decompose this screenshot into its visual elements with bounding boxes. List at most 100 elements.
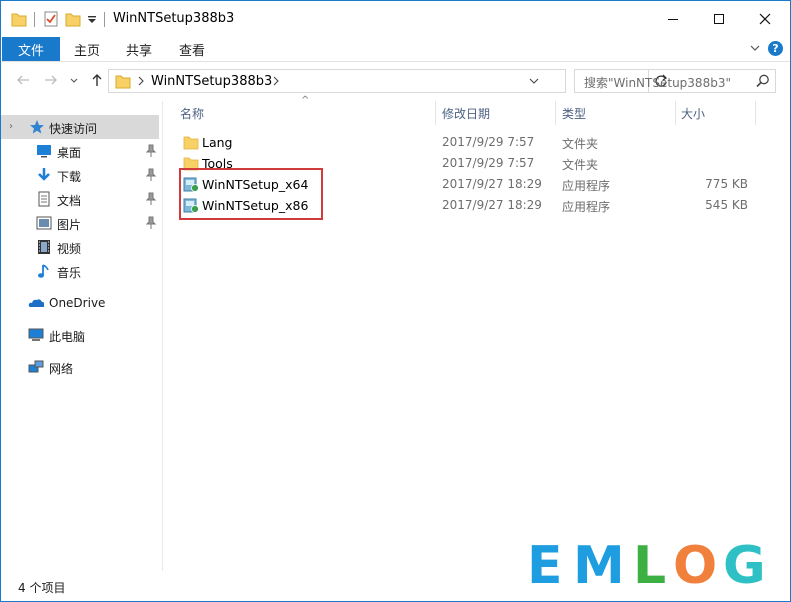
navigation-pane: › 快速访问 桌面 下载 文档 图片 视频 音乐 OneDrive 此电脑 网络 [1,101,161,571]
column-header-size[interactable]: 大小 [681,105,705,127]
sidebar-item-onedrive[interactable]: OneDrive [1,291,159,315]
address-path[interactable]: WinNTSetup388b3 [151,74,272,89]
close-button[interactable] [742,1,788,37]
sidebar-item-label: 桌面 [57,146,82,160]
chevron-right-icon[interactable]: › [9,121,13,132]
file-size: 545 KB [705,198,748,212]
file-type: 文件夹 [562,158,599,172]
watermark-letter: O [673,536,718,596]
sidebar-item-network[interactable]: 网络 [1,355,159,379]
search-placeholder: 搜索"WinNTSetup388b3" [584,76,731,90]
file-date: 2017/9/27 18:29 [442,177,542,191]
maximize-button[interactable] [696,1,742,37]
sidebar-item-label: 此电脑 [49,330,86,344]
file-date: 2017/9/29 7:57 [442,135,535,149]
minimize-button[interactable] [650,1,696,37]
address-bar[interactable]: WinNTSetup388b3 [108,69,667,93]
pin-icon[interactable] [146,192,156,206]
back-icon[interactable] [15,72,31,88]
sidebar-item-label: 文档 [57,194,82,208]
title-bar: WinNTSetup388b3 [1,1,790,37]
window-title: WinNTSetup388b3 [113,11,235,26]
red-highlight-box [179,168,323,220]
column-divider[interactable] [755,101,756,125]
pin-icon[interactable] [146,168,156,182]
search-icon[interactable] [755,73,771,89]
file-type: 应用程序 [562,200,611,214]
file-type: 文件夹 [562,137,599,151]
sidebar-item-music[interactable]: 音乐 [1,259,159,283]
chevron-right-icon[interactable] [137,76,145,86]
minimize-icon [668,19,678,20]
divider [34,12,35,27]
customize-toolbar-icon[interactable] [87,10,97,28]
divider [104,12,105,27]
explorer-window: WinNTSetup388b3 文件 主页 共享 查看 ? WinNTSetup… [0,0,791,602]
video-icon [38,240,50,254]
column-divider[interactable] [555,101,556,125]
sort-ascending-icon: ^ [301,95,310,106]
document-icon [38,191,50,207]
item-count: 4 个项目 [18,581,66,595]
navigation-bar: WinNTSetup388b3 搜索"WinNTSetup388b3" [1,63,790,99]
sidebar-item-label: 音乐 [57,266,82,280]
picture-icon [36,216,52,230]
tab-share[interactable]: 共享 [126,37,152,61]
new-folder-icon[interactable] [65,10,81,28]
sidebar-item-label: OneDrive [49,296,106,310]
file-name: Lang [202,135,233,150]
sidebar-item-label: 下载 [57,170,82,184]
sidebar-item-pictures[interactable]: 图片 [1,211,159,235]
column-header-name[interactable]: 名称 [180,105,204,127]
folder-icon [11,13,27,27]
forward-icon[interactable] [43,72,59,88]
file-type: 应用程序 [562,179,611,193]
up-icon[interactable] [89,72,105,88]
column-header-date[interactable]: 修改日期 [442,105,490,127]
watermark-letter: E [527,536,563,596]
music-icon [38,264,49,278]
tab-view[interactable]: 查看 [179,37,205,61]
maximize-icon [714,14,724,24]
desktop-icon [37,145,51,158]
column-divider[interactable] [435,101,436,125]
properties-icon[interactable] [43,10,59,28]
watermark-letter: M [573,536,625,596]
recent-locations-icon[interactable] [69,76,79,86]
pin-icon[interactable] [146,144,156,158]
help-button[interactable]: ? [768,41,783,56]
tab-file[interactable]: 文件 [2,37,60,61]
chevron-right-icon[interactable] [272,76,280,86]
sidebar-item-this-pc[interactable]: 此电脑 [1,323,159,347]
sidebar-item-label: 视频 [57,242,82,256]
sidebar-item-quick-access[interactable]: › 快速访问 [1,115,159,139]
expand-ribbon-icon[interactable] [749,42,761,54]
close-icon [759,13,771,25]
folder-icon [115,75,131,89]
sidebar-item-label: 网络 [49,362,74,376]
emlog-watermark-logo: E M L O G [499,531,790,601]
sidebar-item-desktop[interactable]: 桌面 [1,139,159,163]
sidebar-item-documents[interactable]: 文档 [1,187,159,211]
folder-icon [183,136,199,150]
download-icon [38,168,50,181]
sidebar-item-videos[interactable]: 视频 [1,235,159,259]
chevron-down-icon[interactable] [529,77,539,85]
tab-home[interactable]: 主页 [74,37,100,61]
watermark-letter: G [723,536,766,596]
file-date: 2017/9/29 7:57 [442,156,535,170]
sidebar-item-label: 图片 [57,218,82,232]
pin-icon[interactable] [146,216,156,230]
table-row[interactable]: Lang 2017/9/29 7:57 文件夹 [180,132,780,153]
sidebar-item-label: 快速访问 [49,122,98,136]
onedrive-cloud-icon [28,299,44,307]
column-divider[interactable] [675,101,676,125]
help-icon: ? [772,42,779,55]
watermark-letter: L [633,536,667,596]
sidebar-item-downloads[interactable]: 下载 [1,163,159,187]
search-input[interactable]: 搜索"WinNTSetup388b3" [574,69,776,93]
column-header-type[interactable]: 类型 [562,105,586,127]
network-icon [28,360,44,373]
file-date: 2017/9/27 18:29 [442,198,542,212]
file-size: 775 KB [705,177,748,191]
